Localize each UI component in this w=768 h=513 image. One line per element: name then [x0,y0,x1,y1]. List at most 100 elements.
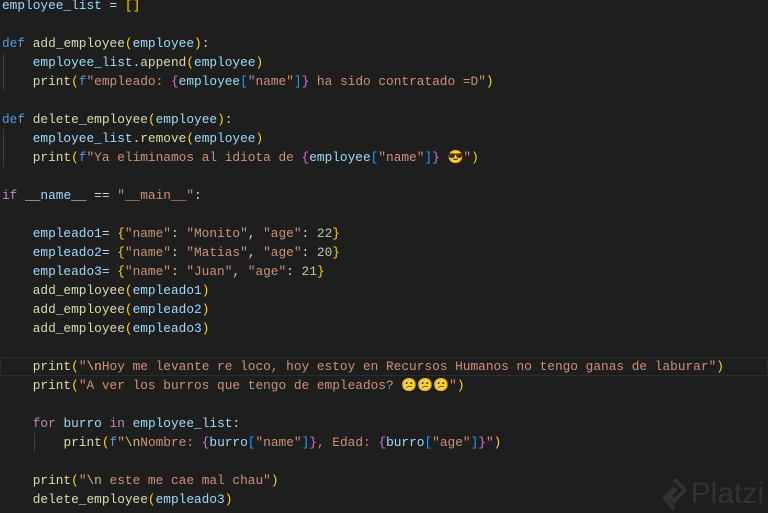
code-token: "name" [124,226,171,241]
code-token: "Juan" [186,264,233,279]
code-line[interactable]: employee_list.remove(employee) [2,129,768,148]
code-token: ( [147,492,156,507]
code-token: : [201,36,210,51]
code-token: , [232,264,248,279]
code-line[interactable]: print(f"empleado: {employee["name"]} ha … [2,72,768,91]
code-token: : [286,264,302,279]
code-token: " [78,473,87,488]
code-token: empleado2 [32,245,102,260]
code-token: [] [124,0,141,13]
code-token: employee_list [32,131,133,146]
code-line[interactable]: delete_employee(empleado3) [2,490,768,509]
code-token: "age" [263,226,302,241]
code-token: ) [224,492,233,507]
code-line[interactable] [2,395,768,414]
code-line[interactable]: employee_list.append(employee) [2,53,768,72]
code-token: print [32,359,72,374]
code-token: = [101,245,118,260]
code-token: : [232,416,241,431]
platzi-watermark: Platzi [661,477,764,511]
code-token: } [309,435,317,450]
indent-guide [3,129,4,167]
code-line[interactable]: if __name__ == "__main__": [2,186,768,205]
code-token: } [316,264,325,279]
code-token: ] [293,74,302,89]
code-token: print [32,150,72,165]
code-token: : [170,264,187,279]
code-line[interactable] [2,338,768,357]
code-token: add_employee [32,36,125,51]
code-token: "Matias" [186,245,248,260]
code-line[interactable]: def delete_employee(employee): [2,110,768,129]
code-token: " [78,359,87,374]
code-token: empleado1 [32,226,102,241]
code-line[interactable] [2,205,768,224]
code-token: { [117,264,125,279]
code-token: ) [201,302,210,317]
code-token: empleado3 [132,321,202,336]
code-token: ) [255,55,264,70]
code-line[interactable]: print("A ver los burros que tengo de emp… [2,376,768,395]
code-token: for [32,416,56,431]
code-token: : [224,112,233,127]
code-token: ( [124,36,133,51]
code-token: employee_list [2,0,102,13]
code-token: employee [309,150,371,165]
code-token: = [101,264,118,279]
code-token: , [247,226,264,241]
code-editor[interactable]: employee_list = [] def add_employee(emplo… [0,0,768,509]
code-line[interactable]: def add_employee(employee): [2,34,768,53]
code-line[interactable]: empleado2= {"name": "Matias", "age": 20} [2,243,768,262]
code-token: empleado3 [155,492,225,507]
code-line[interactable]: empleado3= {"name": "Juan", "age": 21} [2,262,768,281]
code-token: = [101,226,118,241]
code-token: ) [194,36,202,51]
code-token: [ [424,435,433,450]
code-line[interactable]: employee_list = [] [2,0,768,15]
code-token: empleado1 [132,283,202,298]
code-line[interactable]: for burro in employee_list: [2,414,768,433]
code-token: add_employee [32,321,125,336]
code-token: employee [155,112,218,127]
code-token: "Ya eliminamos al idiota de [86,150,302,165]
code-line[interactable] [2,452,768,471]
code-line[interactable]: add_employee(empleado2) [2,300,768,319]
code-line[interactable]: print(f"Ya eliminamos al idiota de {empl… [2,148,768,167]
code-token: employee [194,131,256,146]
code-line[interactable]: print("\nHoy me levante re loco, hoy est… [0,357,768,376]
code-token: ( [71,473,79,488]
code-line[interactable] [2,15,768,34]
indent-guide [3,53,4,91]
code-token: employee [132,36,195,51]
code-token: 21 [301,264,317,279]
code-token: ) [270,473,279,488]
code-token: "age" [263,245,302,260]
code-token: "name" [255,435,302,450]
code-line[interactable]: print(f"\nNombre: {burro["name"]}, Edad:… [2,433,768,452]
code-token: print [32,74,72,89]
code-line[interactable] [2,167,768,186]
code-line[interactable]: add_employee(empleado3) [2,319,768,338]
code-line[interactable]: add_employee(empleado1) [2,281,768,300]
code-token: "name" [124,245,171,260]
code-line[interactable]: empleado1= {"name": "Monito", "age": 22} [2,224,768,243]
code-token: burro [386,435,425,450]
code-token: : [194,188,202,203]
code-token: delete_employee [32,492,148,507]
code-line[interactable] [2,91,768,110]
code-token: ( [186,131,195,146]
code-line[interactable]: print("\n este me cae mal chau") [2,471,768,490]
